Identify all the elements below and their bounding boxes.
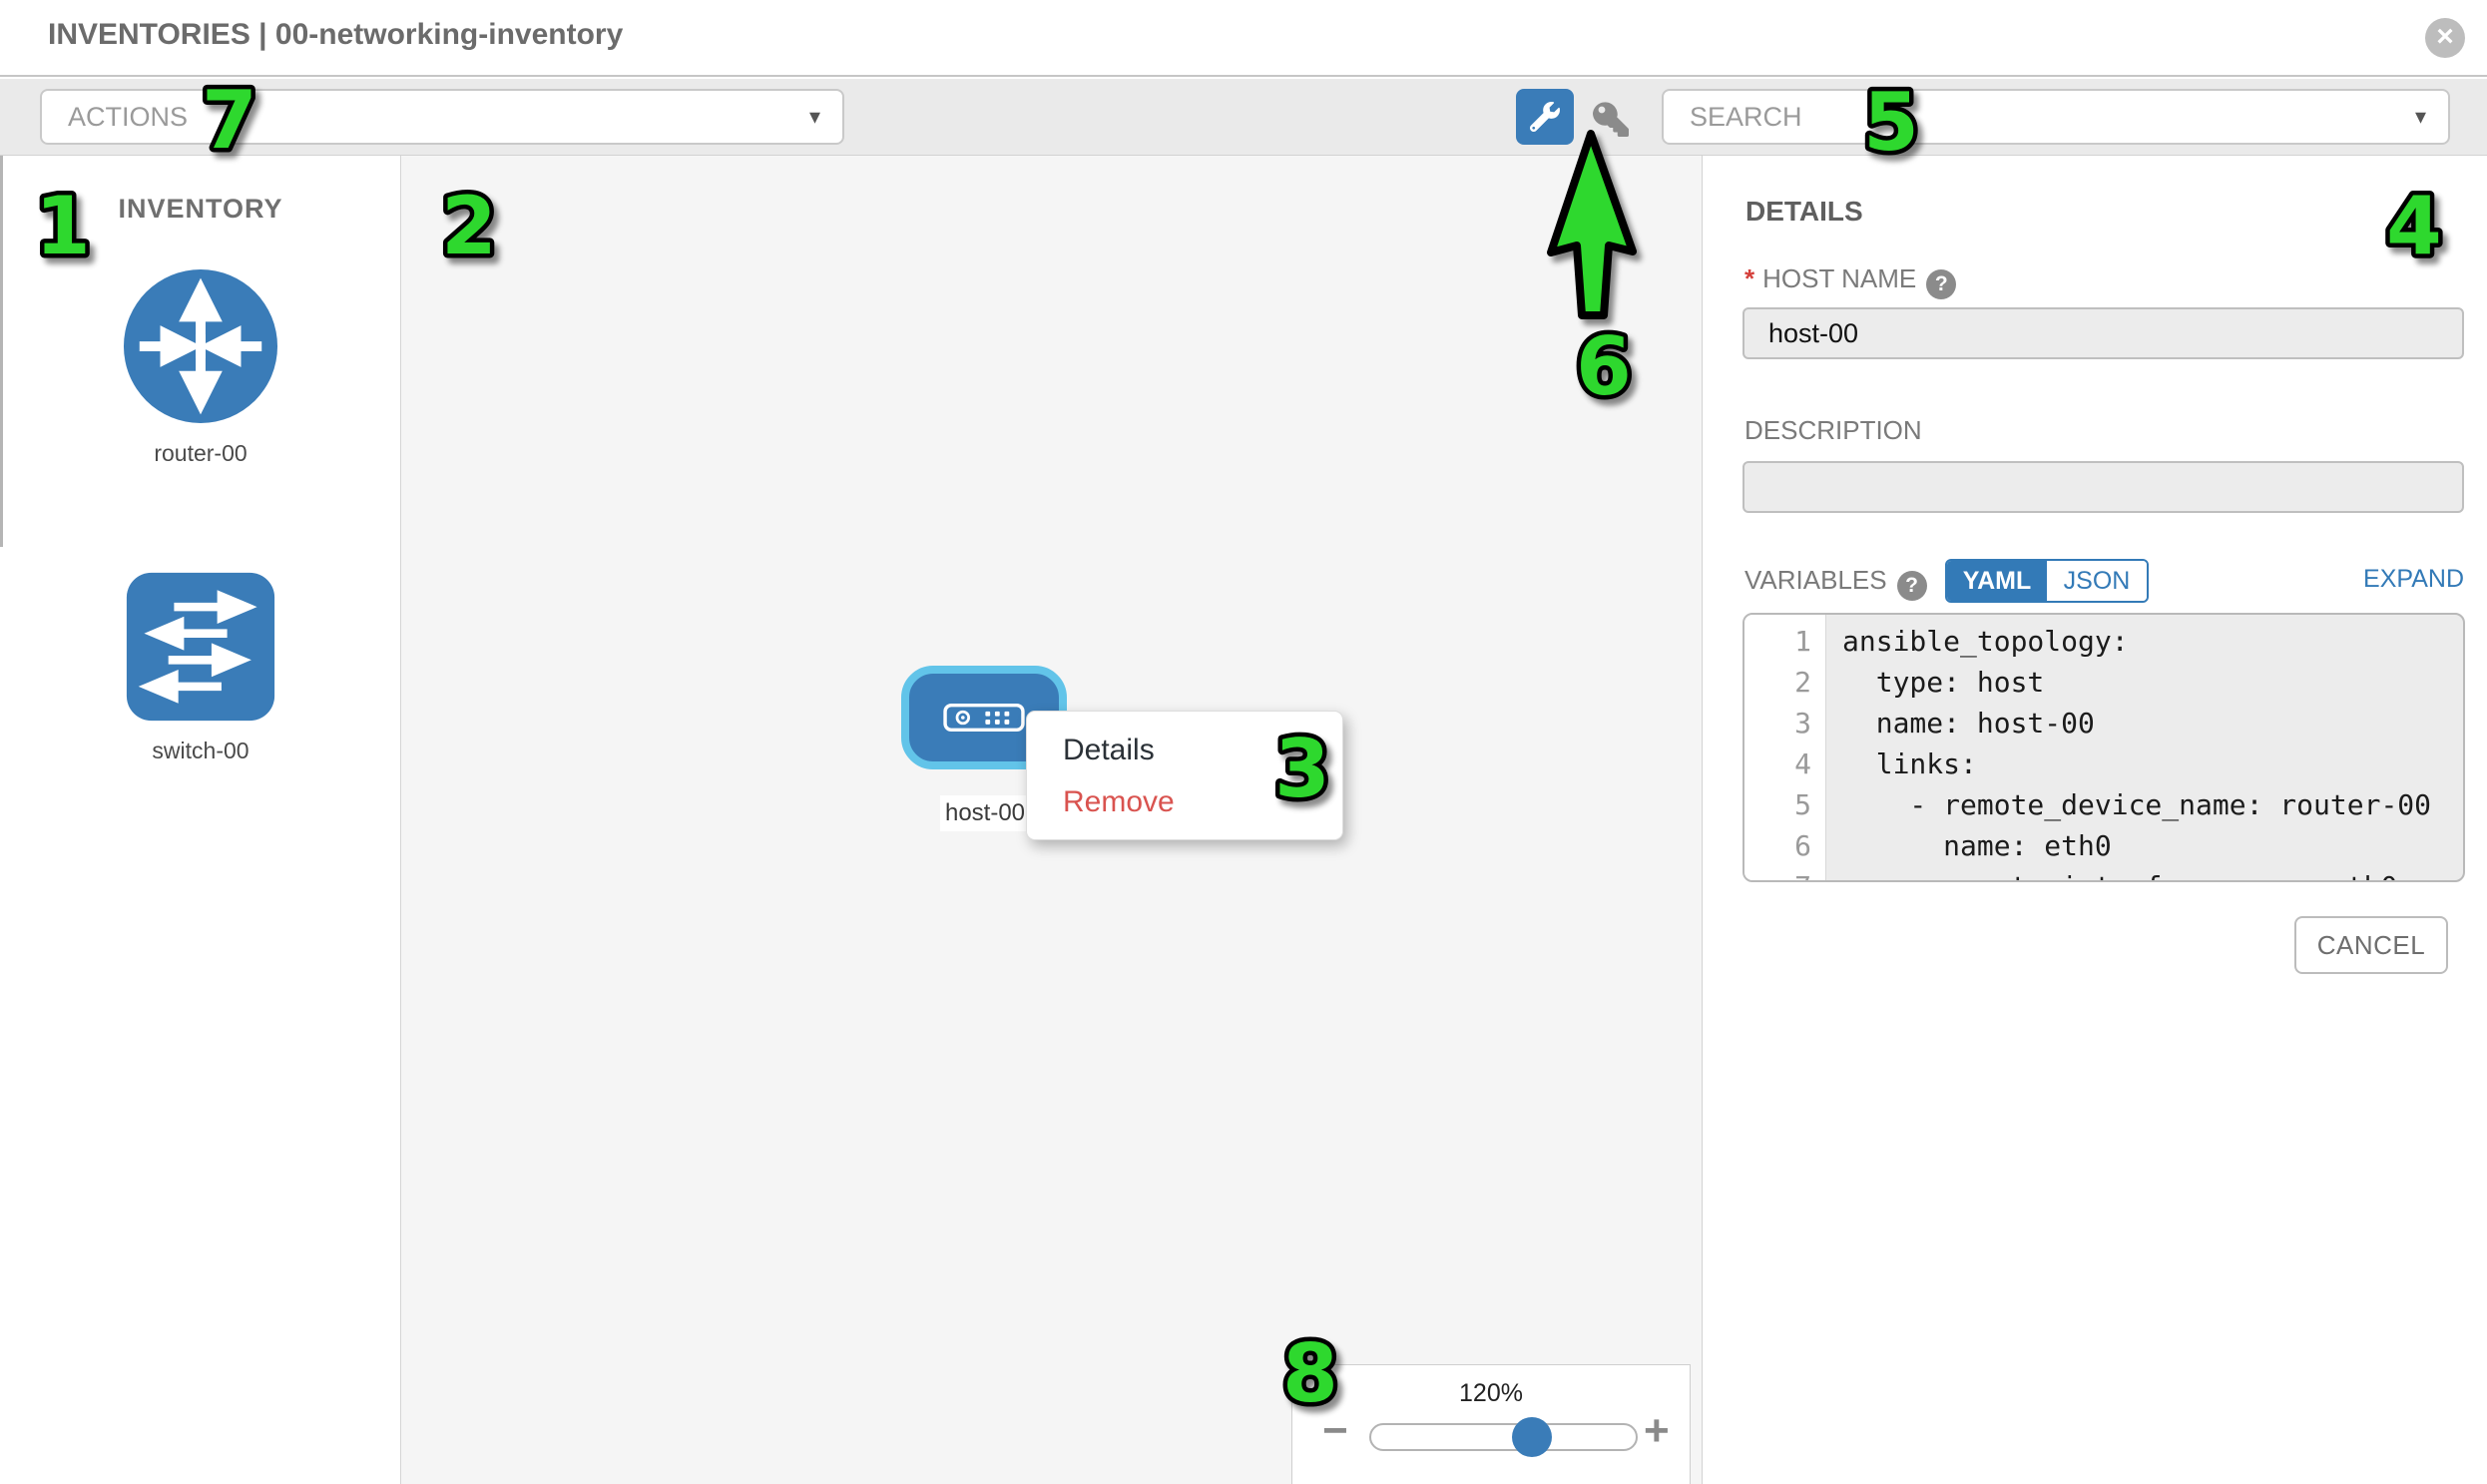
toggle-json[interactable]: JSON <box>2047 561 2147 601</box>
context-menu-item-details[interactable]: Details <box>1027 725 1342 776</box>
code-line: remote_interface_name: eth0 <box>1842 866 2463 882</box>
wrench-icon <box>1530 102 1560 132</box>
chevron-down-icon: ▾ <box>2415 91 2426 143</box>
zoom-control: 120% − + <box>1291 1364 1691 1484</box>
topology-canvas[interactable]: host-00 Details Remove 120% − + <box>401 156 1703 1484</box>
host-name-input[interactable] <box>1742 307 2464 359</box>
palette-heading: INVENTORY <box>0 194 401 225</box>
actions-placeholder: ACTIONS <box>68 91 188 143</box>
code-line: ansible_topology: <box>1842 621 2463 662</box>
details-panel: DETAILS *HOST NAME? DESCRIPTION VARIABLE… <box>1704 156 2487 1484</box>
node-context-menu: Details Remove <box>1026 711 1343 840</box>
close-icon[interactable]: × <box>2425 18 2465 58</box>
palette-item-router[interactable]: router-00 <box>121 267 280 467</box>
chevron-down-icon: ▾ <box>809 91 820 143</box>
key-icon <box>1590 101 1632 137</box>
details-heading: DETAILS <box>1745 196 1863 228</box>
toggle-yaml[interactable]: YAML <box>1947 561 2047 601</box>
search-dropdown[interactable]: SEARCH ▾ <box>1662 89 2450 145</box>
variables-row: VARIABLES? YAML JSON EXPAND <box>1744 559 2466 605</box>
search-placeholder: SEARCH <box>1690 91 1802 143</box>
help-icon[interactable]: ? <box>1926 269 1956 299</box>
palette-item-switch[interactable]: switch-00 <box>121 571 280 764</box>
host-node-label: host-00 <box>940 795 1030 831</box>
variables-format-toggle: YAML JSON <box>1945 559 2149 603</box>
zoom-out-button[interactable]: − <box>1322 1409 1348 1453</box>
router-icon <box>122 267 279 425</box>
code-line: - remote_device_name: router-00 <box>1842 784 2463 825</box>
zoom-slider-thumb[interactable] <box>1512 1417 1552 1457</box>
key-button[interactable] <box>1590 101 1638 137</box>
variables-label: VARIABLES <box>1744 565 1887 595</box>
code-line: name: eth0 <box>1842 825 2463 866</box>
code-line: links: <box>1842 743 2463 784</box>
expand-link[interactable]: EXPAND <box>2363 565 2464 594</box>
toolbar: ACTIONS ▾ SEARCH ▾ <box>0 79 2487 156</box>
collapsed-tray-edge <box>0 156 3 547</box>
editor-line-numbers: 1 2 3 4 5 6 7 <box>1744 615 1826 880</box>
zoom-level: 120% <box>1292 1379 1690 1408</box>
code-line: name: host-00 <box>1842 703 2463 743</box>
zoom-in-button[interactable]: + <box>1644 1409 1670 1453</box>
actions-dropdown[interactable]: ACTIONS ▾ <box>40 89 844 145</box>
code-line: type: host <box>1842 662 2463 703</box>
description-label: DESCRIPTION <box>1744 415 1922 446</box>
zoom-slider-track[interactable] <box>1369 1423 1638 1451</box>
host-icon <box>943 703 1025 733</box>
help-icon[interactable]: ? <box>1897 571 1927 601</box>
context-menu-item-remove[interactable]: Remove <box>1027 776 1342 828</box>
host-name-label: *HOST NAME? <box>1744 263 1956 299</box>
switch-icon <box>125 571 276 723</box>
variables-code-editor[interactable]: 1 2 3 4 5 6 7 ansible_topology: type: ho… <box>1742 613 2465 882</box>
editor-code[interactable]: ansible_topology: type: host name: host-… <box>1826 615 2463 880</box>
description-input[interactable] <box>1742 461 2464 513</box>
toolbox-button[interactable] <box>1516 89 1574 145</box>
palette-item-label: switch-00 <box>121 738 280 764</box>
titlebar: INVENTORIES | 00-networking-inventory × <box>0 0 2487 77</box>
page-title: INVENTORIES | 00-networking-inventory <box>48 18 623 52</box>
required-asterisk: * <box>1744 263 1754 293</box>
cancel-button[interactable]: CANCEL <box>2294 916 2448 974</box>
inventory-palette: INVENTORY router-00 switch-00 <box>0 156 401 1484</box>
palette-item-label: router-00 <box>121 440 280 467</box>
